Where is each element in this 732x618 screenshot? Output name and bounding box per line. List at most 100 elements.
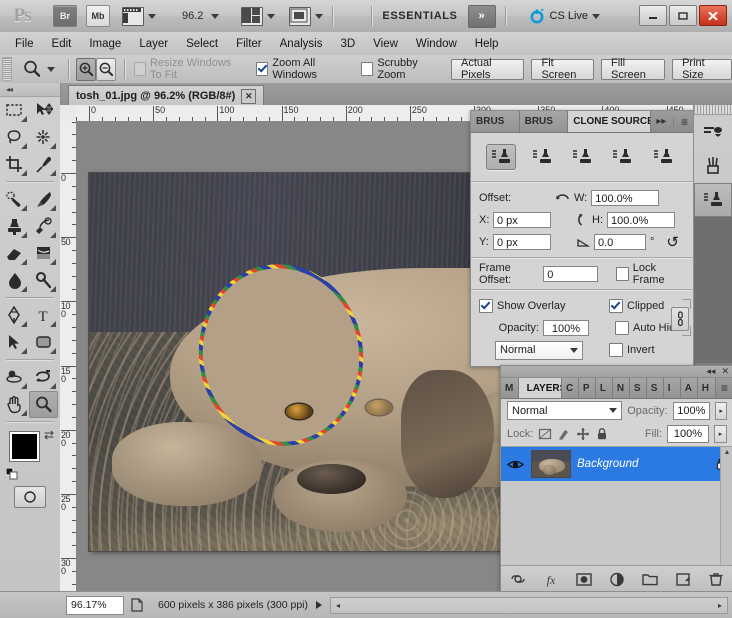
layer-visibility-toggle[interactable] <box>505 458 525 471</box>
tool-flyout-triangle-icon[interactable] <box>50 170 56 176</box>
print-size-button[interactable]: Print Size <box>672 59 732 80</box>
adjustment-layer-button[interactable] <box>607 570 627 590</box>
tool-dodge-tool[interactable] <box>29 267 58 294</box>
tool-blur-tool[interactable] <box>0 267 29 294</box>
dock-icon-brush[interactable] <box>694 149 732 183</box>
clone-source-slot-2-button[interactable] <box>527 144 557 170</box>
cs-live-chevron-down-icon[interactable] <box>592 14 600 19</box>
menu-item-3d[interactable]: 3D <box>331 35 364 53</box>
tool-move-tool[interactable] <box>29 97 58 124</box>
clone-source-slot-3-button[interactable] <box>567 144 597 170</box>
frame-offset-input[interactable]: 0 <box>543 266 598 282</box>
tool-flyout-triangle-icon[interactable] <box>50 205 56 211</box>
y-offset-input[interactable]: 0 px <box>493 234 551 250</box>
delete-layer-button[interactable] <box>706 570 726 590</box>
tab-mini-bridge[interactable]: M <box>501 378 519 398</box>
tool-path-selection-tool[interactable] <box>0 329 29 356</box>
flip-horizontal-icon[interactable] <box>555 192 570 205</box>
menu-item-select[interactable]: Select <box>177 35 227 53</box>
foreground-color-swatch[interactable] <box>10 432 39 461</box>
layer-thumbnail[interactable] <box>531 450 571 478</box>
layer-style-button[interactable]: fx <box>541 570 561 590</box>
bridge-button[interactable]: Br <box>53 5 77 27</box>
status-document-icon[interactable] <box>124 598 150 612</box>
tab-brush-presets[interactable]: BRUS <box>471 111 520 132</box>
menu-item-view[interactable]: View <box>364 35 407 53</box>
default-colors-icon[interactable] <box>6 468 18 480</box>
fill-screen-button[interactable]: Fill Screen <box>601 59 665 80</box>
tab-adjustments[interactable]: A <box>681 378 698 398</box>
invert-checkbox[interactable] <box>609 343 623 357</box>
tool-marquee-tool[interactable] <box>0 97 29 124</box>
dock-icon-clone-source[interactable] <box>694 183 732 217</box>
view-extras-group[interactable] <box>122 7 156 26</box>
lock-transparent-pixels-button[interactable] <box>538 427 552 441</box>
height-input[interactable]: 100.0% <box>607 212 675 228</box>
dock-icon-brush-presets[interactable] <box>694 115 732 149</box>
scrubby-zoom-checkbox[interactable] <box>361 62 373 76</box>
layer-list-scrollbar[interactable]: ▲ <box>720 447 732 565</box>
tab-brush[interactable]: BRUS <box>520 111 569 132</box>
tab-clone-source[interactable]: CLONE SOURCE <box>568 111 651 132</box>
tab-history[interactable]: H <box>698 378 716 398</box>
screen-mode-chevron-down-icon[interactable] <box>315 14 323 19</box>
overlay-opacity-input[interactable]: 100% <box>543 320 589 336</box>
document-tab-close-icon[interactable]: ✕ <box>241 89 256 104</box>
toolbox-grip[interactable]: ◂◂ <box>0 83 60 97</box>
layer-opacity-stepper[interactable]: ▸ <box>715 402 727 420</box>
tool-flyout-triangle-icon[interactable] <box>50 321 56 327</box>
tool-magic-wand-tool[interactable] <box>29 124 58 151</box>
tab-navigator[interactable]: N <box>613 378 630 398</box>
tab-info[interactable]: I <box>664 378 681 398</box>
new-group-button[interactable] <box>640 570 660 590</box>
minimize-button[interactable] <box>639 5 667 26</box>
overlay-blend-mode-select[interactable]: Normal <box>495 341 583 360</box>
zoom-level-display[interactable]: 96.2 <box>182 10 203 22</box>
close-button[interactable] <box>699 5 727 26</box>
tool-crop-tool[interactable] <box>0 151 29 178</box>
tool-hand-tool[interactable] <box>0 391 29 418</box>
tool-flyout-triangle-icon[interactable] <box>21 321 27 327</box>
tool-eraser-tool[interactable] <box>0 240 29 267</box>
arrange-documents-chevron-down-icon[interactable] <box>267 14 275 19</box>
tool-flyout-triangle-icon[interactable] <box>21 143 27 149</box>
screen-mode-group[interactable] <box>289 7 323 26</box>
tool-flyout-triangle-icon[interactable] <box>50 143 56 149</box>
tool-flyout-triangle-icon[interactable] <box>50 348 56 354</box>
lock-all-button[interactable] <box>595 427 609 441</box>
tool-flyout-triangle-icon[interactable] <box>50 286 56 292</box>
layer-row-background[interactable]: Background <box>501 447 732 481</box>
tool-type-tool[interactable]: T <box>29 302 58 329</box>
tool-history-brush-tool[interactable] <box>29 213 58 240</box>
tool-spot-healing-brush-tool[interactable] <box>0 186 29 213</box>
zoom-out-button[interactable] <box>96 58 116 81</box>
menu-item-help[interactable]: Help <box>466 35 508 53</box>
clipped-checkbox[interactable] <box>609 299 623 313</box>
scroll-left-icon[interactable]: ◂ <box>331 599 345 612</box>
zoom-all-windows-checkbox[interactable] <box>256 62 268 76</box>
layer-list[interactable]: Background ▲ <box>501 446 732 565</box>
tab-swatches[interactable]: S <box>647 378 664 398</box>
new-layer-button[interactable] <box>673 570 693 590</box>
flip-vertical-icon[interactable] <box>575 213 588 227</box>
tool-pen-tool[interactable] <box>0 302 29 329</box>
tool-flyout-triangle-icon[interactable] <box>50 259 56 265</box>
tool-flyout-triangle-icon[interactable] <box>21 383 27 389</box>
ruler-corner[interactable] <box>60 105 77 122</box>
menu-item-filter[interactable]: Filter <box>227 35 271 53</box>
clone-source-slot-1-button[interactable] <box>486 144 516 170</box>
tool-clone-stamp-tool[interactable] <box>0 213 29 240</box>
lock-frame-checkbox[interactable] <box>616 267 629 281</box>
tab-paths[interactable]: P <box>579 378 596 398</box>
lock-image-pixels-button[interactable] <box>557 427 571 441</box>
fit-screen-button[interactable]: Fit Screen <box>531 59 594 80</box>
options-bar-grip[interactable] <box>2 57 12 81</box>
layer-fill-stepper[interactable]: ▸ <box>714 425 727 443</box>
right-dock-grip[interactable] <box>694 105 732 115</box>
layer-fill-input[interactable]: 100% <box>667 425 709 443</box>
vertical-ruler[interactable]: 050100150200250300 <box>60 121 77 592</box>
tool-3d-orbit-tool[interactable] <box>29 364 58 391</box>
cs-live-button[interactable]: CS Live <box>530 8 601 24</box>
show-overlay-checkbox[interactable] <box>479 299 493 313</box>
width-input[interactable]: 100.0% <box>591 190 659 206</box>
